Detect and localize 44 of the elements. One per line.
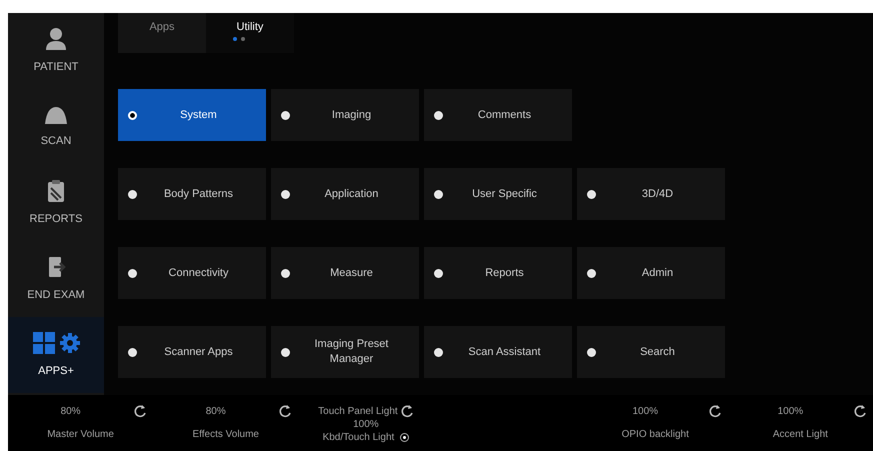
menu-button[interactable]: Reports: [424, 247, 572, 299]
menu-button[interactable]: Application: [271, 168, 419, 220]
reset-icon[interactable]: [400, 403, 414, 419]
reset-icon[interactable]: [852, 403, 867, 419]
value-text: 100%: [353, 419, 379, 430]
exit-door-icon: [46, 254, 66, 279]
value-text: 80%: [204, 404, 227, 418]
sidebar-item[interactable]: END EXAM: [8, 241, 104, 317]
control-label: Accent Light: [772, 428, 828, 442]
probe-icon: [43, 104, 69, 125]
menu-button[interactable]: Scan Assistant: [424, 326, 572, 378]
reset-icon[interactable]: [133, 403, 148, 419]
menu-button[interactable]: Imaging: [271, 89, 419, 141]
menu-button[interactable]: Connectivity: [118, 247, 266, 299]
control-title: Touch Panel Light: [318, 404, 398, 418]
control-label: Effects Volume: [192, 428, 259, 442]
menu-button[interactable]: Search: [577, 326, 725, 378]
value-text: 100%: [631, 404, 660, 418]
value-text: 80%: [60, 404, 82, 418]
radio-button[interactable]: [400, 433, 410, 442]
control-label: OPIO backlight: [622, 428, 689, 442]
reset-icon[interactable]: [278, 403, 292, 419]
value-text: 100%: [776, 404, 804, 418]
menu-button[interactable]: System: [118, 89, 266, 141]
menu-button[interactable]: Scanner Apps: [118, 326, 266, 378]
sidebar-item[interactable]: PATIENT: [8, 13, 104, 89]
clipboard-icon: [46, 178, 66, 203]
menu-button[interactable]: Measure: [271, 247, 419, 299]
sidebar-item[interactable]: SCAN: [8, 89, 104, 165]
person-icon: [45, 26, 67, 51]
tab[interactable]: Utility: [206, 13, 294, 53]
menu-button[interactable]: Body Patterns: [118, 168, 266, 220]
control-label: Master Volume: [47, 428, 114, 442]
tab[interactable]: Apps: [118, 13, 206, 53]
menu-button[interactable]: Comments: [424, 89, 572, 141]
grid-gear-icon: [32, 330, 80, 355]
menu-button[interactable]: 3D/4D: [577, 168, 725, 220]
menu-button[interactable]: User Specific: [424, 168, 572, 220]
menu-button[interactable]: Admin: [577, 247, 725, 299]
menu-button[interactable]: Imaging Preset Manager: [271, 326, 419, 378]
sidebar-item[interactable]: REPORTS: [8, 165, 104, 241]
control-label: Kbd/Touch Light: [322, 431, 394, 445]
sidebar-item[interactable]: APPS+: [8, 317, 104, 393]
reset-icon[interactable]: [708, 403, 722, 419]
